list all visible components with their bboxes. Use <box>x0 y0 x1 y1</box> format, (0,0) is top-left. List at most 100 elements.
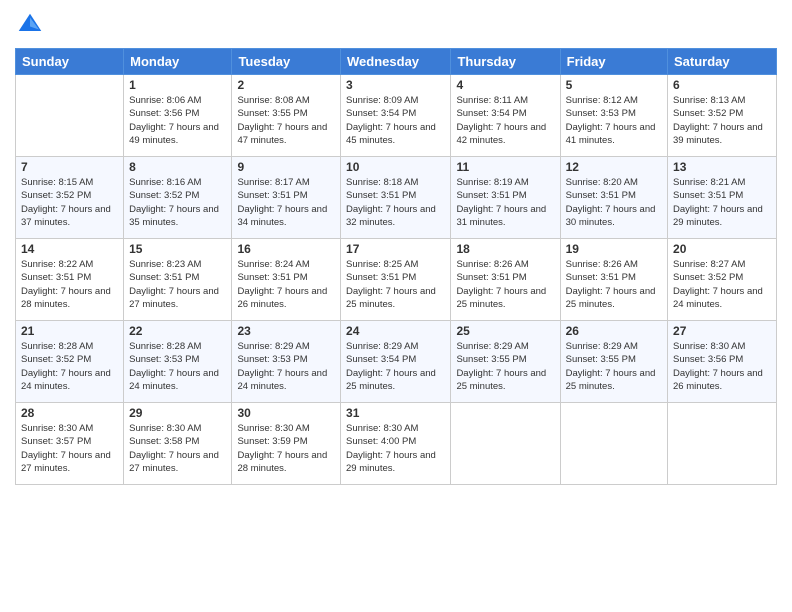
calendar-cell <box>668 403 777 485</box>
calendar-cell: 16 Sunrise: 8:24 AMSunset: 3:51 PMDayligh… <box>232 239 341 321</box>
day-header-wednesday: Wednesday <box>341 49 451 75</box>
calendar-week-1: 7 Sunrise: 8:15 AMSunset: 3:52 PMDaylight… <box>16 157 777 239</box>
day-number: 7 <box>21 160 118 174</box>
day-info: Sunrise: 8:12 AMSunset: 3:53 PMDaylight:… <box>566 94 662 147</box>
calendar-cell: 5 Sunrise: 8:12 AMSunset: 3:53 PMDaylight… <box>560 75 667 157</box>
calendar-cell: 20 Sunrise: 8:27 AMSunset: 3:52 PMDayligh… <box>668 239 777 321</box>
day-info: Sunrise: 8:24 AMSunset: 3:51 PMDaylight:… <box>237 258 335 311</box>
calendar-cell: 19 Sunrise: 8:26 AMSunset: 3:51 PMDayligh… <box>560 239 667 321</box>
day-info: Sunrise: 8:23 AMSunset: 3:51 PMDaylight:… <box>129 258 226 311</box>
calendar-cell: 24 Sunrise: 8:29 AMSunset: 3:54 PMDayligh… <box>341 321 451 403</box>
calendar-cell: 9Sunrise: 8:17 AMSunset: 3:51 PMDaylight… <box>232 157 341 239</box>
day-info: Sunrise: 8:28 AMSunset: 3:53 PMDaylight:… <box>129 340 226 393</box>
calendar-cell: 17 Sunrise: 8:25 AMSunset: 3:51 PMDayligh… <box>341 239 451 321</box>
calendar-table: SundayMondayTuesdayWednesdayThursdayFrid… <box>15 48 777 485</box>
day-number: 17 <box>346 242 445 256</box>
day-number: 19 <box>566 242 662 256</box>
calendar-cell: 13Sunrise: 8:21 AMSunset: 3:51 PMDayligh… <box>668 157 777 239</box>
calendar-week-2: 14 Sunrise: 8:22 AMSunset: 3:51 PMDayligh… <box>16 239 777 321</box>
day-number: 31 <box>346 406 445 420</box>
day-info: Sunrise: 8:30 AMSunset: 3:58 PMDaylight:… <box>129 422 226 475</box>
header <box>15 10 777 40</box>
day-number: 11 <box>456 160 554 174</box>
calendar-cell: 27Sunrise: 8:30 AMSunset: 3:56 PMDayligh… <box>668 321 777 403</box>
day-number: 1 <box>129 78 226 92</box>
calendar-cell: 26Sunrise: 8:29 AMSunset: 3:55 PMDayligh… <box>560 321 667 403</box>
day-number: 30 <box>237 406 335 420</box>
calendar-week-4: 28 Sunrise: 8:30 AMSunset: 3:57 PMDayligh… <box>16 403 777 485</box>
calendar-cell: 11Sunrise: 8:19 AMSunset: 3:51 PMDayligh… <box>451 157 560 239</box>
calendar-cell: 23Sunrise: 8:29 AMSunset: 3:53 PMDayligh… <box>232 321 341 403</box>
calendar-cell <box>16 75 124 157</box>
day-header-thursday: Thursday <box>451 49 560 75</box>
day-info: Sunrise: 8:17 AMSunset: 3:51 PMDaylight:… <box>237 176 335 229</box>
calendar-cell: 25Sunrise: 8:29 AMSunset: 3:55 PMDayligh… <box>451 321 560 403</box>
calendar-cell: 15 Sunrise: 8:23 AMSunset: 3:51 PMDayligh… <box>124 239 232 321</box>
calendar-cell: 31 Sunrise: 8:30 AMSunset: 4:00 PMDayligh… <box>341 403 451 485</box>
day-number: 26 <box>566 324 662 338</box>
day-info: Sunrise: 8:22 AMSunset: 3:51 PMDaylight:… <box>21 258 118 311</box>
day-header-monday: Monday <box>124 49 232 75</box>
day-info: Sunrise: 8:30 AMSunset: 4:00 PMDaylight:… <box>346 422 445 475</box>
day-number: 15 <box>129 242 226 256</box>
calendar-cell: 1Sunrise: 8:06 AMSunset: 3:56 PMDaylight… <box>124 75 232 157</box>
calendar-cell <box>451 403 560 485</box>
day-info: Sunrise: 8:29 AMSunset: 3:55 PMDaylight:… <box>456 340 554 393</box>
calendar-cell: 22 Sunrise: 8:28 AMSunset: 3:53 PMDayligh… <box>124 321 232 403</box>
calendar-cell: 12Sunrise: 8:20 AMSunset: 3:51 PMDayligh… <box>560 157 667 239</box>
day-number: 4 <box>456 78 554 92</box>
calendar-cell: 3 Sunrise: 8:09 AMSunset: 3:54 PMDaylight… <box>341 75 451 157</box>
day-number: 3 <box>346 78 445 92</box>
calendar-week-0: 1Sunrise: 8:06 AMSunset: 3:56 PMDaylight… <box>16 75 777 157</box>
day-number: 2 <box>237 78 335 92</box>
day-number: 5 <box>566 78 662 92</box>
calendar-cell: 6 Sunrise: 8:13 AMSunset: 3:52 PMDaylight… <box>668 75 777 157</box>
day-info: Sunrise: 8:18 AMSunset: 3:51 PMDaylight:… <box>346 176 445 229</box>
day-info: Sunrise: 8:16 AMSunset: 3:52 PMDaylight:… <box>129 176 226 229</box>
calendar-cell: 10 Sunrise: 8:18 AMSunset: 3:51 PMDayligh… <box>341 157 451 239</box>
calendar-cell: 2 Sunrise: 8:08 AMSunset: 3:55 PMDaylight… <box>232 75 341 157</box>
day-info: Sunrise: 8:11 AMSunset: 3:54 PMDaylight:… <box>456 94 554 147</box>
page: SundayMondayTuesdayWednesdayThursdayFrid… <box>0 0 792 612</box>
day-number: 14 <box>21 242 118 256</box>
day-info: Sunrise: 8:09 AMSunset: 3:54 PMDaylight:… <box>346 94 445 147</box>
day-header-tuesday: Tuesday <box>232 49 341 75</box>
day-info: Sunrise: 8:28 AMSunset: 3:52 PMDaylight:… <box>21 340 118 393</box>
calendar-cell: 30 Sunrise: 8:30 AMSunset: 3:59 PMDayligh… <box>232 403 341 485</box>
day-info: Sunrise: 8:29 AMSunset: 3:53 PMDaylight:… <box>237 340 335 393</box>
day-info: Sunrise: 8:13 AMSunset: 3:52 PMDaylight:… <box>673 94 771 147</box>
day-header-sunday: Sunday <box>16 49 124 75</box>
day-header-saturday: Saturday <box>668 49 777 75</box>
day-number: 21 <box>21 324 118 338</box>
day-info: Sunrise: 8:29 AMSunset: 3:54 PMDaylight:… <box>346 340 445 393</box>
calendar-cell: 7 Sunrise: 8:15 AMSunset: 3:52 PMDaylight… <box>16 157 124 239</box>
calendar-cell: 29Sunrise: 8:30 AMSunset: 3:58 PMDayligh… <box>124 403 232 485</box>
day-number: 8 <box>129 160 226 174</box>
day-info: Sunrise: 8:30 AMSunset: 3:59 PMDaylight:… <box>237 422 335 475</box>
day-number: 20 <box>673 242 771 256</box>
day-number: 18 <box>456 242 554 256</box>
day-info: Sunrise: 8:27 AMSunset: 3:52 PMDaylight:… <box>673 258 771 311</box>
day-number: 27 <box>673 324 771 338</box>
calendar-cell: 4 Sunrise: 8:11 AMSunset: 3:54 PMDaylight… <box>451 75 560 157</box>
day-number: 16 <box>237 242 335 256</box>
day-number: 10 <box>346 160 445 174</box>
day-info: Sunrise: 8:25 AMSunset: 3:51 PMDaylight:… <box>346 258 445 311</box>
day-info: Sunrise: 8:26 AMSunset: 3:51 PMDaylight:… <box>456 258 554 311</box>
day-number: 28 <box>21 406 118 420</box>
day-info: Sunrise: 8:30 AMSunset: 3:57 PMDaylight:… <box>21 422 118 475</box>
day-number: 24 <box>346 324 445 338</box>
day-info: Sunrise: 8:21 AMSunset: 3:51 PMDaylight:… <box>673 176 771 229</box>
calendar-cell: 8 Sunrise: 8:16 AMSunset: 3:52 PMDaylight… <box>124 157 232 239</box>
day-info: Sunrise: 8:08 AMSunset: 3:55 PMDaylight:… <box>237 94 335 147</box>
day-number: 12 <box>566 160 662 174</box>
calendar-cell: 14 Sunrise: 8:22 AMSunset: 3:51 PMDayligh… <box>16 239 124 321</box>
calendar-week-3: 21 Sunrise: 8:28 AMSunset: 3:52 PMDayligh… <box>16 321 777 403</box>
calendar-cell: 28 Sunrise: 8:30 AMSunset: 3:57 PMDayligh… <box>16 403 124 485</box>
day-number: 22 <box>129 324 226 338</box>
day-info: Sunrise: 8:26 AMSunset: 3:51 PMDaylight:… <box>566 258 662 311</box>
calendar-cell: 18 Sunrise: 8:26 AMSunset: 3:51 PMDayligh… <box>451 239 560 321</box>
day-number: 6 <box>673 78 771 92</box>
calendar-cell <box>560 403 667 485</box>
day-info: Sunrise: 8:15 AMSunset: 3:52 PMDaylight:… <box>21 176 118 229</box>
